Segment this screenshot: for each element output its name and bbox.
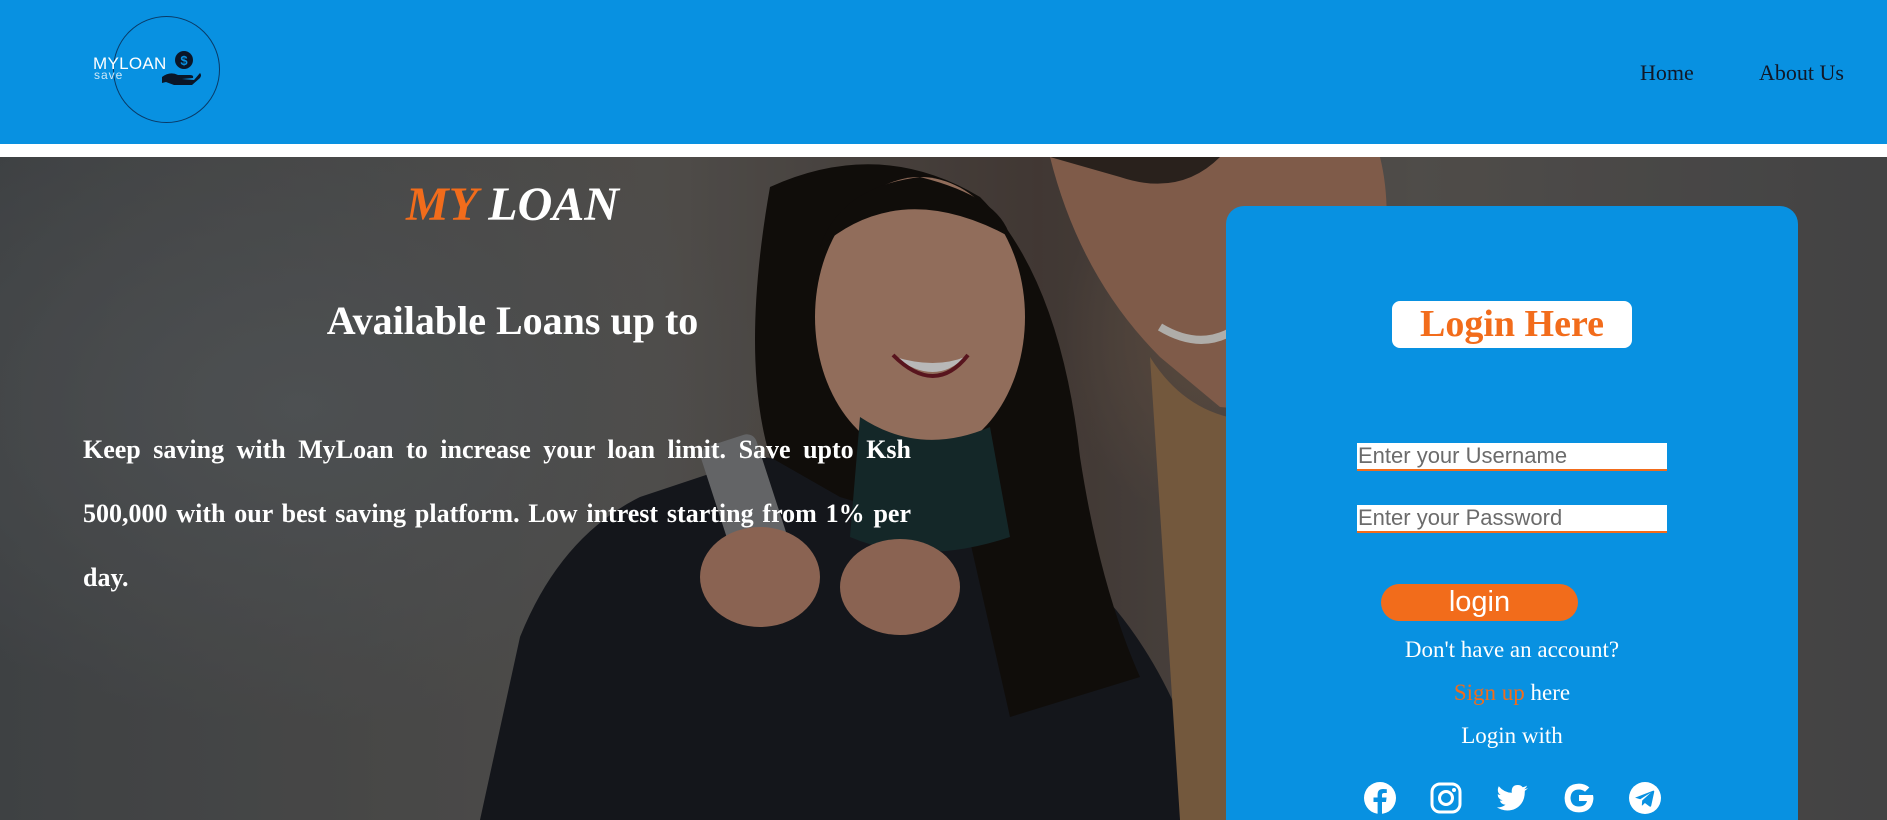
signup-link[interactable]: Sign up: [1454, 680, 1525, 705]
hero-subtitle: Available Loans up to: [326, 298, 699, 343]
nav-home[interactable]: Home: [1640, 60, 1694, 86]
telegram-icon[interactable]: [1628, 781, 1662, 815]
logo-sub: save: [94, 68, 124, 82]
login-title: Login Here: [1392, 301, 1632, 348]
signup-line: Sign up here: [1226, 680, 1798, 706]
hand-coin-icon: $: [162, 51, 201, 85]
google-icon[interactable]: [1562, 781, 1596, 815]
brand-my: MY: [406, 178, 477, 231]
svg-text:$: $: [180, 53, 188, 68]
hero-description: Keep saving with MyLoan to increase your…: [83, 435, 911, 592]
instagram-icon[interactable]: [1429, 781, 1463, 815]
no-account-text: Don't have an account?: [1404, 637, 1620, 662]
hero-brand-title: MY LOAN: [0, 177, 1025, 232]
signup-suffix: here: [1524, 680, 1571, 705]
site-header: MYLOAN save $ Home About Us: [0, 0, 1887, 144]
brand-loan: LOAN: [488, 178, 619, 231]
password-input[interactable]: [1357, 505, 1667, 533]
twitter-icon[interactable]: [1495, 781, 1529, 815]
login-button[interactable]: login: [1381, 584, 1578, 621]
facebook-icon[interactable]: [1363, 781, 1397, 815]
login-with-text: Login with: [1461, 723, 1563, 748]
nav-about-us[interactable]: About Us: [1759, 60, 1844, 86]
username-input[interactable]: [1357, 443, 1667, 471]
